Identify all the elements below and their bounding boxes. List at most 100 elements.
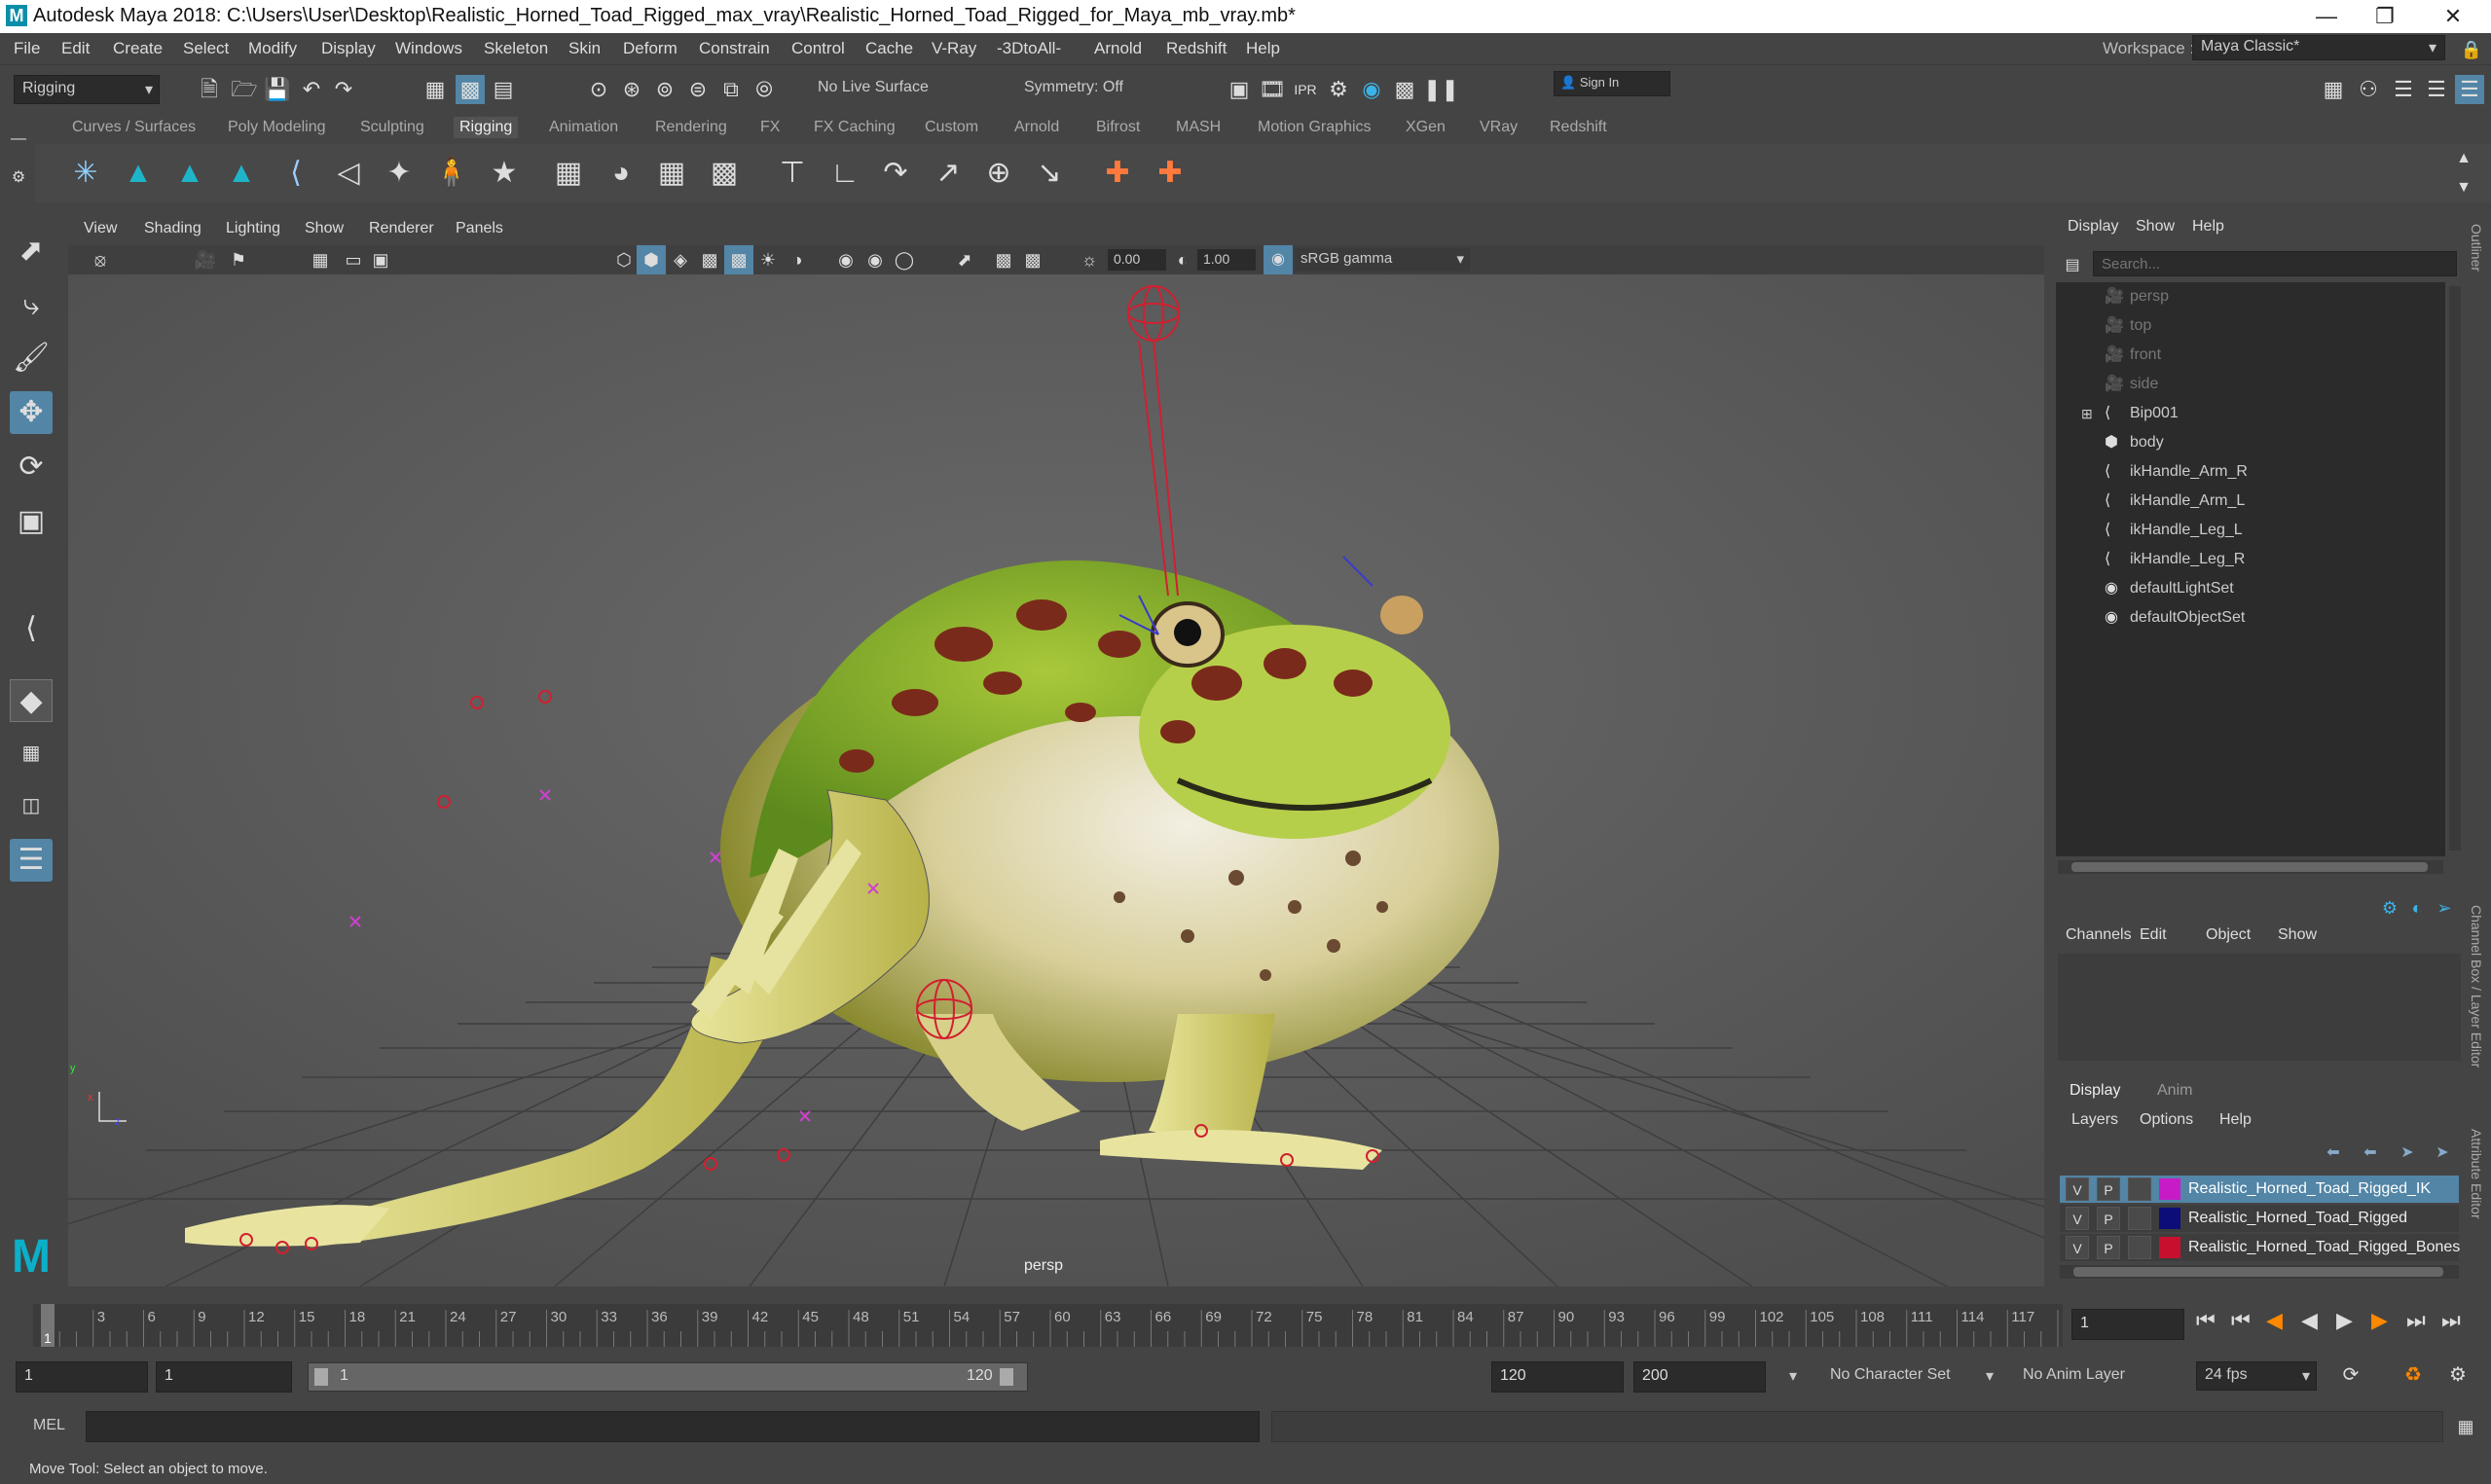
time-slider[interactable]: 3 6 9 12 15 18 21 24 27 30 33 36 39 42 45 48 51 54 57 60 63 6… xyxy=(33,1304,2086,1347)
snap-grid-icon[interactable]: ⊙ xyxy=(584,75,613,104)
gear-icon[interactable]: ⚙ xyxy=(4,163,33,193)
attribute-editor-icon[interactable]: ☰ xyxy=(2389,75,2418,104)
camera-attributes-icon[interactable]: 🎥 xyxy=(191,245,220,274)
vp-menu-renderer[interactable]: Renderer xyxy=(369,220,434,237)
select-camera-icon[interactable]: ⦻ xyxy=(86,245,115,274)
channel-box-side-tab[interactable]: Channel Box / Layer Editor xyxy=(2469,905,2484,1068)
sign-in-button[interactable]: 👤 Sign In xyxy=(1554,71,1670,96)
exposure-field[interactable]: 0.00 xyxy=(1108,249,1166,271)
select-object-icon[interactable]: ▩ xyxy=(456,75,485,104)
locator-joint-icon[interactable]: ✚ xyxy=(1149,152,1191,195)
play-backward-icon[interactable]: ◀ xyxy=(2301,1308,2318,1333)
layer-color-swatch[interactable] xyxy=(2159,1178,2180,1200)
loop-icon[interactable]: ⟳ xyxy=(2336,1360,2365,1390)
list-item[interactable]: ⟨ ikHandle_Leg_L xyxy=(2056,516,2445,545)
step-forward-frame-icon[interactable]: ▶ xyxy=(2371,1308,2388,1333)
snap-point-icon[interactable]: ⊚ xyxy=(650,75,679,104)
vp-menu-shading[interactable]: Shading xyxy=(144,220,201,237)
menu-deform[interactable]: Deform xyxy=(623,39,678,58)
color-space-select[interactable]: sRGB gamma ▾ xyxy=(1295,248,1470,271)
shelf-tab-fx[interactable]: FX xyxy=(760,119,780,136)
range-handle-end[interactable] xyxy=(1000,1368,1013,1386)
minus-icon[interactable]: — xyxy=(4,125,33,154)
shelf-tab-vray[interactable]: VRay xyxy=(1480,119,1518,136)
wireframe-icon[interactable]: ⬡ xyxy=(609,245,639,274)
range-handle-start[interactable] xyxy=(314,1368,328,1386)
lights-icon[interactable]: ☀ xyxy=(753,245,783,274)
menu-file[interactable]: File xyxy=(14,39,40,58)
pole-vector-icon[interactable]: ↘ xyxy=(1028,152,1071,195)
channel-box-icon[interactable]: ☰ xyxy=(2455,75,2484,104)
tool-toggle-icon[interactable]: ➢ xyxy=(2430,893,2459,923)
render-frame-icon[interactable]: 🎞 xyxy=(1258,75,1287,104)
shelf-scroll-up-icon[interactable]: ▲ xyxy=(2449,144,2478,173)
list-item[interactable]: ⊞ ⟨ Bip001 xyxy=(2056,399,2445,428)
rotate-tool-icon[interactable]: ⟳ xyxy=(10,446,53,489)
layer-row[interactable]: V P Realistic_Horned_Toad_Rigged_IK xyxy=(2060,1176,2459,1203)
new-layer-icon[interactable]: ➤ xyxy=(2393,1139,2422,1168)
list-item[interactable]: ◉ defaultLightSet xyxy=(2056,574,2445,603)
motion-blur-icon[interactable]: ◉ xyxy=(861,245,890,274)
shelf-tab-arnold[interactable]: Arnold xyxy=(1014,119,1059,136)
outliner-menu-show[interactable]: Show xyxy=(2136,218,2175,235)
ipr-render-icon[interactable]: IPR xyxy=(1291,75,1320,104)
character-set-label[interactable]: No Character Set xyxy=(1830,1366,1951,1384)
help-menu[interactable]: Help xyxy=(2219,1111,2252,1129)
layer-row[interactable]: V P Realistic_Horned_Toad_Rigged xyxy=(2060,1205,2459,1232)
modeling-toolkit-icon[interactable]: ▦ xyxy=(2319,75,2348,104)
vp-menu-show[interactable]: Show xyxy=(305,220,344,237)
menu-cache[interactable]: Cache xyxy=(865,39,913,58)
list-item[interactable]: ⟨ ikHandle_Leg_R xyxy=(2056,545,2445,574)
current-frame-field[interactable]: 1 xyxy=(2071,1309,2184,1340)
four-pane-layout-icon[interactable]: ▦ xyxy=(10,732,53,775)
select-hierarchy-icon[interactable]: ▦ xyxy=(421,75,450,104)
list-item[interactable]: 🎥 front xyxy=(2056,341,2445,370)
render-view-icon[interactable]: ▩ xyxy=(1390,75,1419,104)
menu-vray[interactable]: V-Ray xyxy=(932,39,976,58)
render-region-icon[interactable]: ▣ xyxy=(1225,75,1254,104)
render-settings-icon[interactable]: ⚙ xyxy=(1324,75,1353,104)
fps-select[interactable]: 24 fps ▾ xyxy=(2196,1361,2317,1391)
step-back-frame-icon[interactable]: ◀ xyxy=(2266,1308,2283,1333)
outliner-search-input[interactable] xyxy=(2093,251,2457,276)
parent-constraint-icon[interactable]: ⊤ xyxy=(771,152,814,195)
shelf-tab-sculpting[interactable]: Sculpting xyxy=(360,119,424,136)
shelf-tab-rigging[interactable]: Rigging xyxy=(454,117,519,138)
menu-skeleton[interactable]: Skeleton xyxy=(484,39,548,58)
select-tool-icon[interactable]: ⬈ xyxy=(10,230,53,272)
layers-menu[interactable]: Layers xyxy=(2071,1111,2118,1129)
wrap-icon[interactable]: ▩ xyxy=(703,152,746,195)
use-all-lights-icon[interactable]: ▩ xyxy=(724,245,753,274)
menu-windows[interactable]: Windows xyxy=(395,39,462,58)
shelf-tab-animation[interactable]: Animation xyxy=(549,119,618,136)
outliner-hscrollbar[interactable] xyxy=(2058,860,2443,874)
layer-visibility-toggle[interactable]: V xyxy=(2066,1177,2089,1201)
layer-display-type[interactable] xyxy=(2128,1207,2151,1230)
locator-icon[interactable]: ✚ xyxy=(1096,152,1139,195)
layers-hscrollbar[interactable] xyxy=(2060,1265,2459,1279)
lasso-tool-icon[interactable]: ⤷ xyxy=(10,284,53,327)
layer-color-swatch[interactable] xyxy=(2159,1237,2180,1258)
list-item[interactable]: ⬢ body xyxy=(2056,428,2445,457)
maya-bind-icon[interactable]: ▲ xyxy=(168,152,211,195)
filter-icon[interactable]: ▤ xyxy=(2058,251,2087,280)
open-scene-icon[interactable]: 🗁 xyxy=(230,75,259,104)
step-forward-key-icon[interactable]: ⏭ xyxy=(2406,1308,2426,1333)
save-scene-icon[interactable]: 💾 xyxy=(263,75,292,104)
scrollbar-thumb[interactable] xyxy=(2071,862,2428,872)
range-slider[interactable]: 1 120 xyxy=(308,1362,1028,1392)
attribute-toggle-icon[interactable]: ◐ xyxy=(2402,893,2432,923)
redo-icon[interactable]: ↷ xyxy=(329,75,358,104)
outliner-side-tab[interactable]: Outliner xyxy=(2469,224,2484,271)
bookmark-icon[interactable]: ⚑ xyxy=(224,245,253,274)
channels-menu[interactable]: Channels xyxy=(2066,926,2132,944)
layer-display-type[interactable] xyxy=(2128,1177,2151,1201)
ik-handle-tool-icon[interactable]: ⟨ xyxy=(275,152,317,195)
channel-show-menu[interactable]: Show xyxy=(2278,926,2317,944)
list-item[interactable]: ⟨ ikHandle_Arm_R xyxy=(2056,457,2445,487)
menu-constrain[interactable]: Constrain xyxy=(699,39,770,58)
layer-display-type[interactable] xyxy=(2128,1236,2151,1259)
snap-surface-icon[interactable]: ⧉ xyxy=(716,75,746,104)
shelf-tab-mash[interactable]: MASH xyxy=(1176,119,1221,136)
human-ik-icon[interactable]: ⚇ xyxy=(2354,75,2383,104)
